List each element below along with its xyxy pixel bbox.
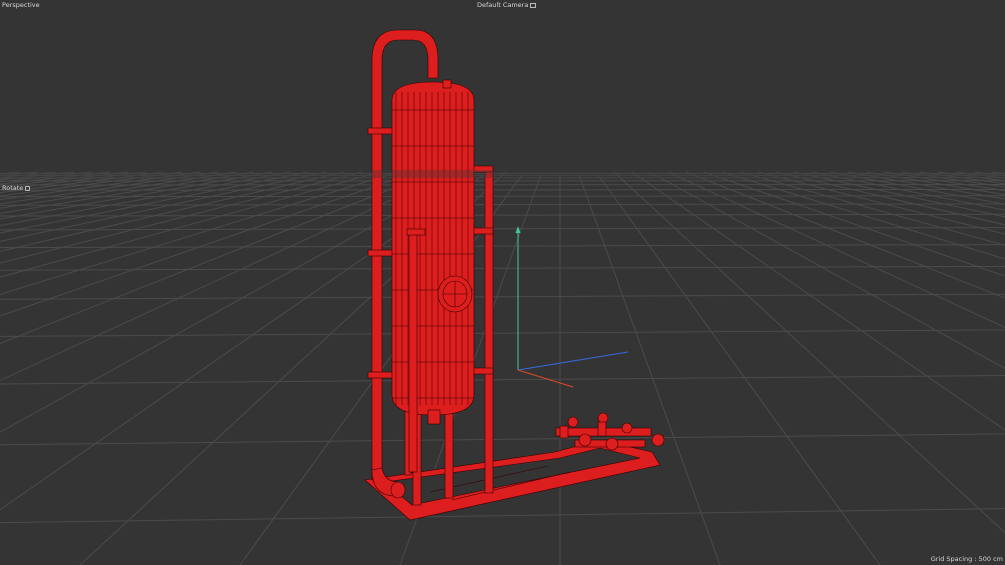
grid-line xyxy=(0,171,453,382)
grid-line xyxy=(847,171,1005,200)
grid-line xyxy=(613,171,1005,534)
grid-line xyxy=(0,244,1005,249)
grid-line xyxy=(0,171,147,191)
grid-line xyxy=(0,213,1005,217)
grid-line xyxy=(955,171,1005,179)
camera-label: Default Camera xyxy=(477,1,529,9)
grid-line xyxy=(721,171,1005,260)
view-name-label[interactable]: Perspective xyxy=(2,1,40,10)
grid-line xyxy=(0,171,111,185)
grid-line xyxy=(973,171,1005,177)
grid-spacing-readout: Grid Spacing : 500 cm xyxy=(931,555,1003,564)
grid-line xyxy=(703,171,1005,277)
grid-line xyxy=(0,171,237,209)
grid-line xyxy=(685,171,1005,299)
grid-line xyxy=(0,171,165,194)
grid-line xyxy=(0,227,1005,231)
grid-line xyxy=(883,171,1005,192)
side-column xyxy=(484,167,494,494)
grid-line xyxy=(0,293,1005,300)
grid-line xyxy=(0,171,435,345)
camera-icon xyxy=(530,3,537,8)
grid-line xyxy=(775,171,1005,226)
floor-grid xyxy=(0,171,1005,565)
grid-line xyxy=(937,171,1005,182)
grid-line xyxy=(577,171,721,565)
grid-line xyxy=(0,203,1005,206)
grid-line xyxy=(829,171,1005,205)
leg xyxy=(444,409,454,499)
view-name-text: Perspective xyxy=(2,1,40,9)
grid-line xyxy=(0,171,273,220)
grid-line xyxy=(0,171,309,234)
active-tool-label: Rotate xyxy=(2,184,31,193)
3d-viewport[interactable] xyxy=(0,0,1005,565)
grid-line xyxy=(865,171,1005,196)
grid-line xyxy=(0,171,219,205)
axis-z-line xyxy=(517,351,629,371)
grid-line xyxy=(0,171,183,197)
grid-line xyxy=(631,171,1005,431)
grid-line xyxy=(0,508,1005,524)
grid-line xyxy=(0,265,1005,271)
world-axis xyxy=(515,226,629,388)
axis-y-arrow xyxy=(515,226,521,233)
grid-line xyxy=(595,171,881,565)
tool-label-text: Rotate xyxy=(2,184,24,192)
grid-line xyxy=(0,171,201,201)
axis-x-line xyxy=(517,369,574,388)
grid-line xyxy=(0,171,93,183)
grid-line xyxy=(0,171,327,242)
grid-line xyxy=(793,171,1005,218)
separator-model[interactable] xyxy=(364,29,665,521)
grid-line xyxy=(0,433,1005,446)
grid-line xyxy=(0,374,1005,385)
grid-line xyxy=(0,329,1005,337)
grid-line xyxy=(0,171,381,278)
inlet-pipe xyxy=(408,231,418,473)
grid-line xyxy=(0,171,399,295)
rotate-tool-icon xyxy=(25,186,31,191)
camera-selector[interactable]: Default Camera xyxy=(477,1,537,10)
grid-line xyxy=(0,171,129,188)
grid-line xyxy=(0,184,1005,186)
grid-line xyxy=(739,171,1005,246)
vessel-body xyxy=(391,81,475,416)
horizon-haze xyxy=(0,170,1005,178)
valve-manifold xyxy=(555,412,665,451)
grid-line xyxy=(0,171,363,264)
grid-spacing-text: Grid Spacing : 500 cm xyxy=(930,555,1003,563)
